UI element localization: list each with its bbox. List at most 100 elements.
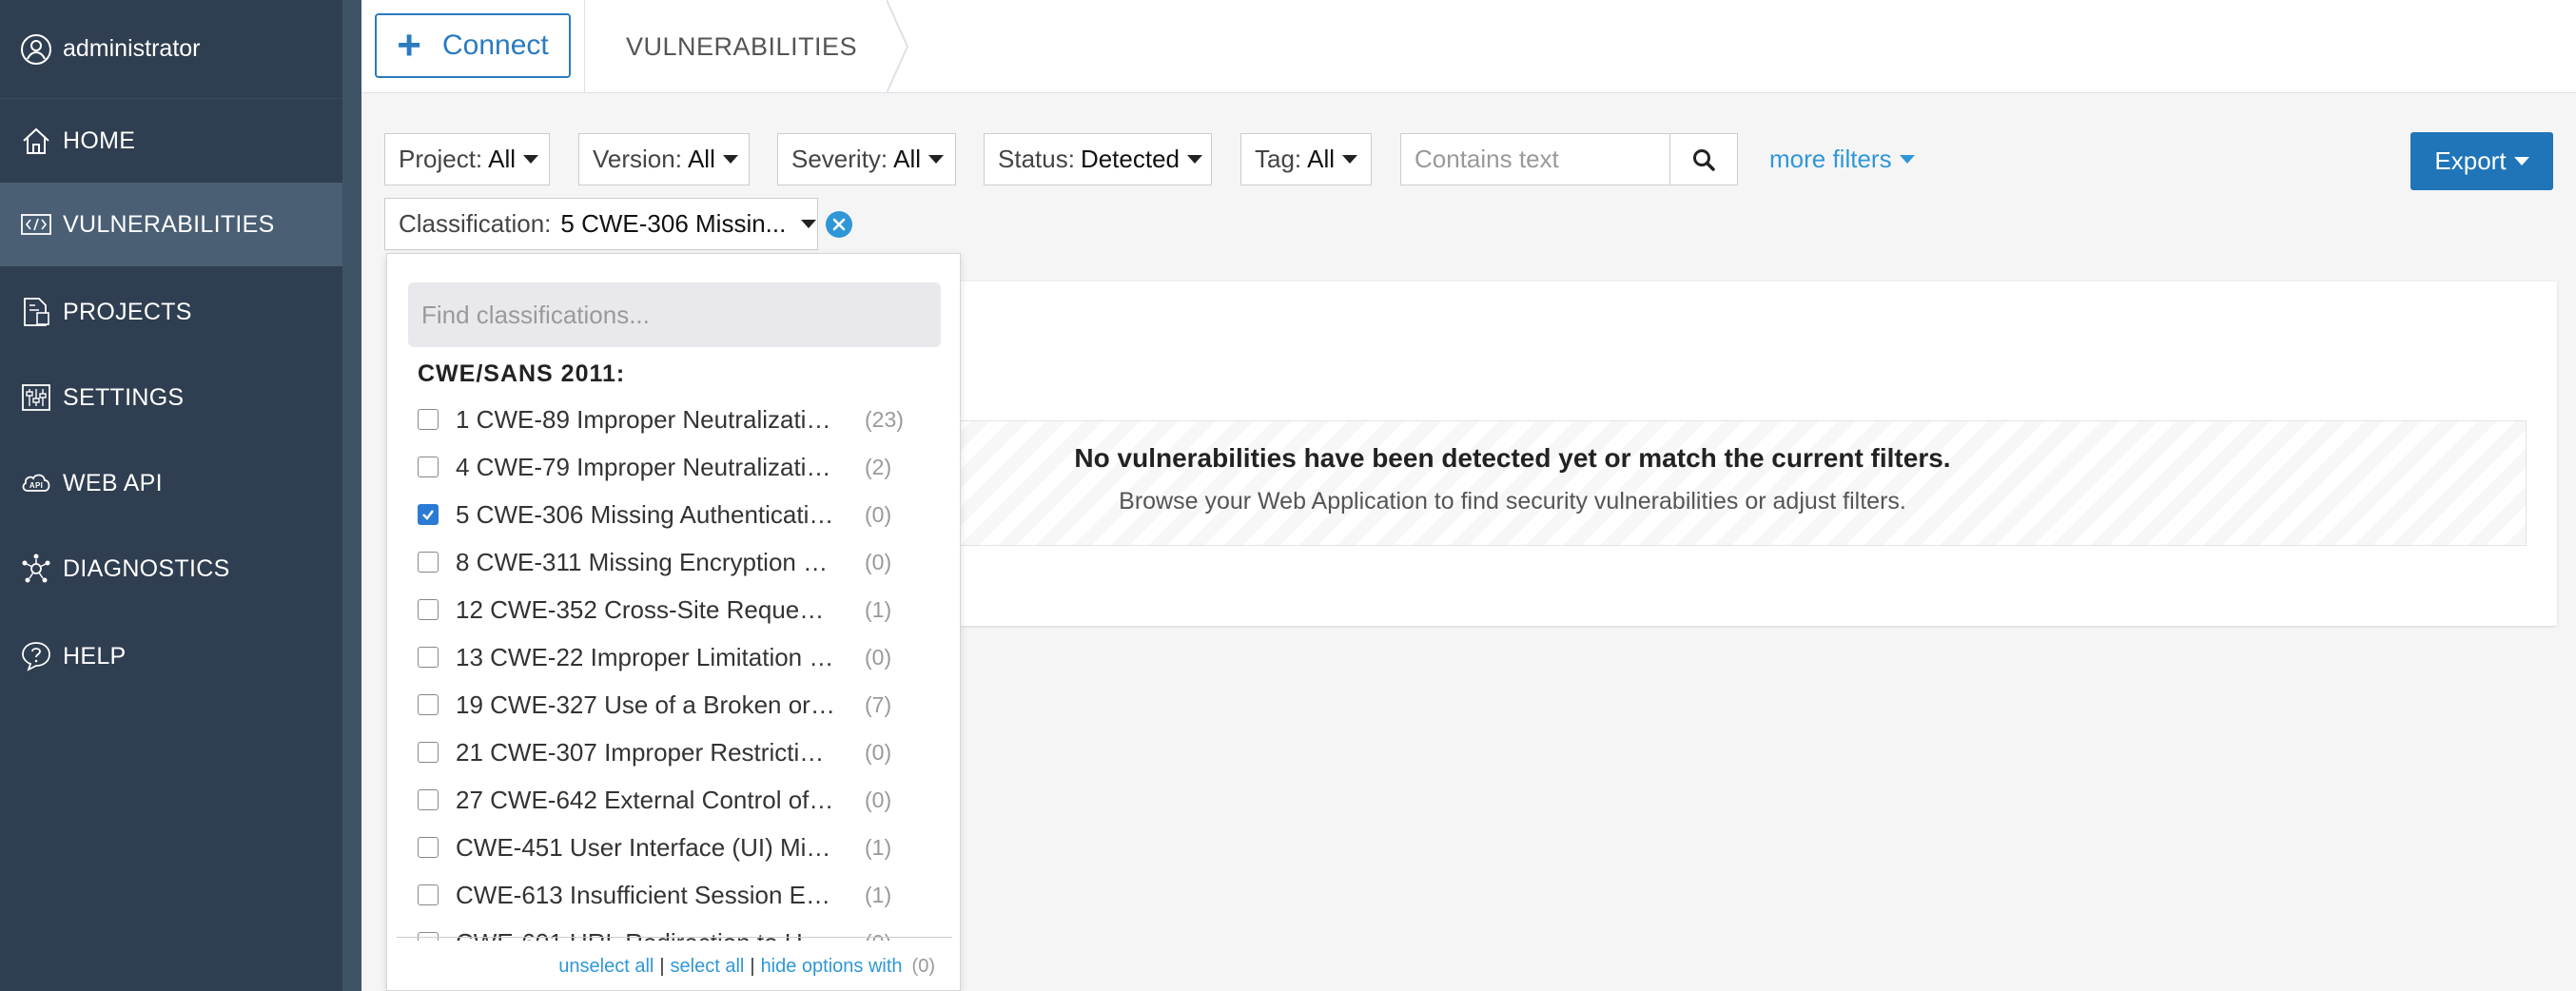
export-label: Export xyxy=(2434,146,2507,175)
checkbox[interactable] xyxy=(418,837,439,858)
nav-item-diagnostics[interactable]: DIAGNOSTICS xyxy=(0,527,342,611)
api-icon: API xyxy=(19,466,53,500)
option-label: 19 CWE-327 Use of a Broken or Risky Cryp… xyxy=(456,690,836,719)
find-classifications-input[interactable] xyxy=(408,282,941,347)
version-filter[interactable]: Version: All xyxy=(578,133,750,185)
classification-option[interactable]: 1 CWE-89 Improper Neutralization of Spec… xyxy=(418,400,931,438)
chevron-down-icon xyxy=(928,155,945,164)
checkbox[interactable] xyxy=(418,552,439,573)
classification-option[interactable]: 13 CWE-22 Improper Limitation of a Pathn… xyxy=(418,638,931,676)
severity-filter[interactable]: Severity: All xyxy=(777,133,956,185)
version-filter-label: Version: xyxy=(593,145,682,173)
unselect-all-link[interactable]: unselect all xyxy=(558,956,654,978)
nav-item-home[interactable]: HOME xyxy=(0,99,342,183)
user-menu[interactable]: administrator xyxy=(0,0,342,99)
option-label: 1 CWE-89 Improper Neutralization of Spec… xyxy=(456,404,836,434)
option-count: (2) xyxy=(865,454,892,479)
nav-item-help[interactable]: HELP xyxy=(0,614,342,698)
clear-filter-icon[interactable] xyxy=(826,211,852,238)
search-input[interactable] xyxy=(1400,133,1670,185)
search-icon xyxy=(1693,148,1715,171)
classification-option[interactable]: 4 CWE-79 Improper Neutralization of Inpu… xyxy=(418,448,931,486)
nav-label-projects: PROJECTS xyxy=(63,298,192,325)
hide-options-link[interactable]: hide options with xyxy=(761,956,903,978)
plus-icon: + xyxy=(397,22,421,68)
status-filter[interactable]: Status: Detected xyxy=(984,133,1212,185)
footer-separator: | xyxy=(750,955,755,977)
option-count: (0) xyxy=(865,549,892,574)
classification-filter[interactable]: Classification: 5 CWE-306 Missin... xyxy=(384,198,818,250)
checkbox-checked[interactable] xyxy=(418,504,439,525)
nav-item-projects[interactable]: PROJECTS xyxy=(0,270,342,354)
chevron-down-icon xyxy=(801,220,817,228)
classification-filter-value: 5 CWE-306 Missin... xyxy=(560,209,787,238)
checkbox[interactable] xyxy=(418,599,439,620)
sidebar: administrator HOME VULNERABILITIES PROJE… xyxy=(0,0,342,991)
classification-option[interactable]: CWE-613 Insufficient Session Expiration … xyxy=(418,876,931,914)
nav-label-home: HOME xyxy=(63,126,136,154)
option-label: 27 CWE-642 External Control of Critical … xyxy=(456,785,836,814)
option-count: (1) xyxy=(865,882,892,907)
empty-state-subtitle: Browse your Web Application to find secu… xyxy=(1119,488,1906,515)
select-all-link[interactable]: select all xyxy=(671,956,745,978)
tag-filter[interactable]: Tag: All xyxy=(1240,133,1372,185)
option-count: (0) xyxy=(865,787,892,812)
export-button[interactable]: Export xyxy=(2410,132,2553,190)
topbar: + Connect VULNERABILITIES xyxy=(361,0,2576,93)
classification-option[interactable]: 8 CWE-311 Missing Encryption of Sensitiv… xyxy=(418,543,931,581)
classification-option[interactable]: 5 CWE-306 Missing Authentication for Cri… xyxy=(418,496,931,534)
connect-label: Connect xyxy=(441,29,549,61)
checkbox[interactable] xyxy=(418,694,439,715)
option-count: (0) xyxy=(865,501,892,527)
user-name: administrator xyxy=(63,35,201,62)
group-label: CWE/SANS 2011: xyxy=(418,360,626,387)
chevron-down-icon xyxy=(2513,157,2529,165)
option-label: 5 CWE-306 Missing Authentication for Cri… xyxy=(456,499,836,529)
nav-label-settings: SETTINGS xyxy=(63,383,185,411)
checkbox[interactable] xyxy=(418,789,439,810)
help-icon xyxy=(19,639,53,673)
status-filter-label: Status: xyxy=(998,145,1075,173)
breadcrumb-arrow-icon xyxy=(887,0,909,93)
settings-icon xyxy=(19,380,53,415)
connect-button[interactable]: + Connect xyxy=(375,13,571,78)
sidebar-edge xyxy=(342,0,361,991)
checkbox[interactable] xyxy=(418,884,439,905)
empty-state-title: No vulnerabilities have been detected ye… xyxy=(1074,443,1951,473)
more-filters-label: more filters xyxy=(1769,145,1892,173)
classification-dropdown: CWE/SANS 2011: 1 CWE-89 Improper Neutral… xyxy=(386,253,961,991)
classification-option[interactable]: 12 CWE-352 Cross-Site Request Forgery (C… xyxy=(418,591,931,629)
empty-state xyxy=(951,420,2527,546)
dropdown-divider xyxy=(397,937,952,938)
nav-item-web-api[interactable]: API WEB API xyxy=(0,441,342,525)
nav-label-web-api: WEB API xyxy=(63,469,163,496)
checkbox[interactable] xyxy=(418,647,439,668)
nav-item-vulnerabilities[interactable]: VULNERABILITIES xyxy=(0,183,342,266)
project-filter-label: Project: xyxy=(399,145,483,173)
projects-icon xyxy=(19,295,53,329)
footer-separator: | xyxy=(659,955,665,977)
tag-filter-label: Tag: xyxy=(1255,145,1302,173)
checkbox[interactable] xyxy=(418,742,439,763)
classification-option[interactable]: CWE-451 User Interface (UI) Misrepresent… xyxy=(418,828,931,866)
option-count: (23) xyxy=(865,406,904,432)
option-count: (0) xyxy=(865,739,892,765)
classification-option[interactable]: 27 CWE-642 External Control of Critical … xyxy=(418,781,931,819)
user-icon xyxy=(19,32,53,67)
checkbox[interactable] xyxy=(418,409,439,430)
option-label: 4 CWE-79 Improper Neutralization of Inpu… xyxy=(456,452,836,481)
checkbox[interactable] xyxy=(418,457,439,477)
chevron-down-icon xyxy=(1899,155,1915,164)
breadcrumb: VULNERABILITIES xyxy=(626,31,858,61)
more-filters-link[interactable]: more filters xyxy=(1769,133,1915,185)
dropdown-footer: unselect all | select all | hide options… xyxy=(387,941,960,990)
classification-option[interactable]: 19 CWE-327 Use of a Broken or Risky Cryp… xyxy=(418,686,931,724)
code-icon xyxy=(19,207,53,242)
option-label: 8 CWE-311 Missing Encryption of Sensitiv… xyxy=(456,547,836,576)
nav-item-settings[interactable]: SETTINGS xyxy=(0,356,342,439)
classification-option[interactable]: 21 CWE-307 Improper Restriction of Exces… xyxy=(418,733,931,771)
option-label: 21 CWE-307 Improper Restriction of Exces… xyxy=(456,737,836,767)
search-button[interactable] xyxy=(1669,133,1738,185)
chevron-down-icon xyxy=(1187,155,1203,164)
project-filter[interactable]: Project: All xyxy=(384,133,550,185)
